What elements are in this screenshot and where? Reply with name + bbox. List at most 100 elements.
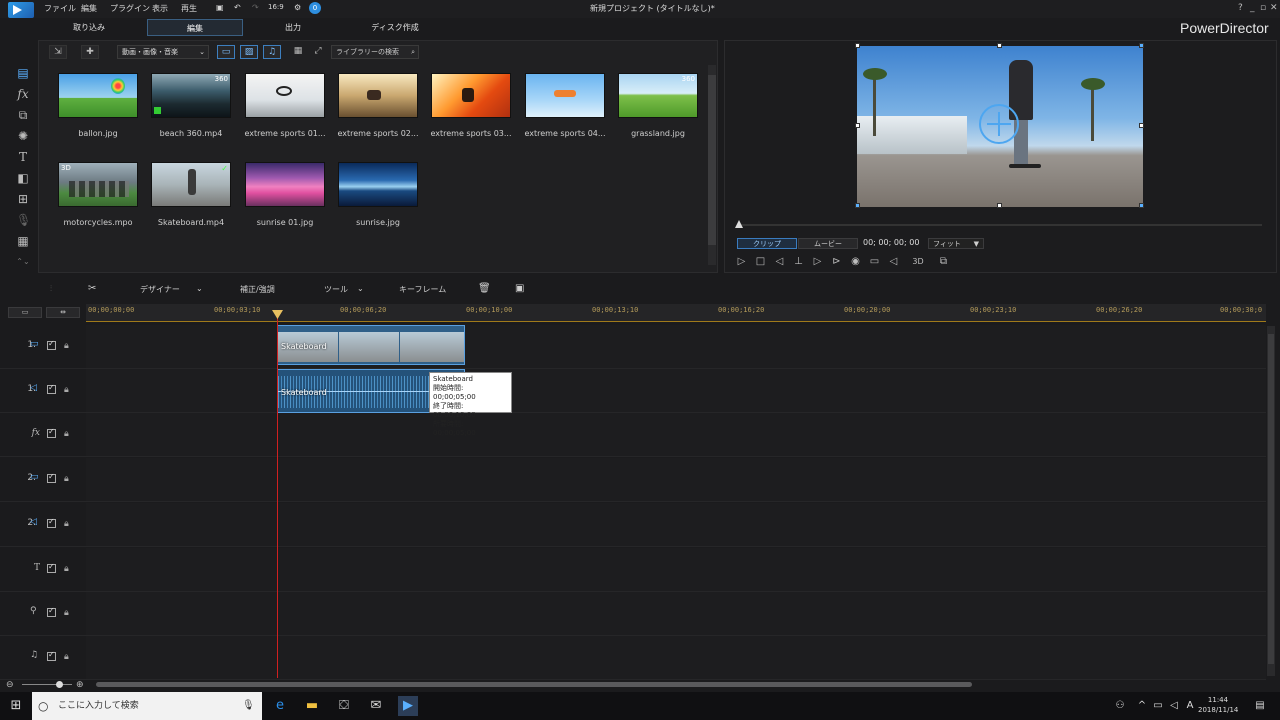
zoom-in-icon[interactable]: ⊕ bbox=[76, 680, 84, 690]
minimize-icon[interactable]: _ bbox=[1250, 3, 1255, 13]
timeline-scroll-thumb[interactable] bbox=[1268, 334, 1274, 664]
thumb-sunrise[interactable] bbox=[338, 162, 418, 207]
tab-movie-mode[interactable]: ムービー bbox=[798, 238, 858, 249]
lock-icon[interactable]: 🔒︎ bbox=[64, 341, 69, 351]
track-head-audio-2[interactable]: 2. ◁ 🔒︎ bbox=[0, 503, 86, 547]
transition-room-icon[interactable]: ◧ bbox=[16, 171, 30, 185]
zoom-fit-dropdown[interactable]: フィット ▼ bbox=[928, 238, 984, 249]
resize-handle[interactable] bbox=[997, 43, 1002, 48]
thumb-extreme-sports-04[interactable] bbox=[525, 73, 605, 118]
library-scrollbar[interactable] bbox=[708, 65, 716, 265]
thumb-ballon[interactable] bbox=[58, 73, 138, 118]
thumb-extreme-sports-03[interactable] bbox=[431, 73, 511, 118]
3d-mode-button[interactable]: 3D bbox=[905, 256, 931, 268]
menu-plugin[interactable]: プラグイン bbox=[110, 3, 150, 14]
zoom-slider-knob[interactable] bbox=[56, 681, 63, 688]
menu-file[interactable]: ファイル bbox=[44, 3, 76, 14]
resize-handle[interactable] bbox=[855, 123, 860, 128]
powerdirector-taskbar-icon[interactable]: ▶ bbox=[398, 696, 418, 716]
fullscreen-icon[interactable]: ⤢ bbox=[309, 45, 327, 59]
snapshot-camera-icon[interactable]: ◉ bbox=[849, 256, 862, 268]
track-row[interactable] bbox=[86, 503, 1266, 547]
library-search-input[interactable]: ライブラリーの検索 ⌕ bbox=[331, 45, 419, 59]
video-clip-skateboard[interactable]: Skateboard bbox=[277, 325, 465, 365]
grid-view-icon[interactable]: ▦ bbox=[289, 45, 307, 59]
lock-icon[interactable]: 🔒︎ bbox=[64, 429, 69, 439]
thumb-grassland[interactable]: 360 bbox=[618, 73, 698, 118]
plugin-puzzle-icon[interactable]: ✚ bbox=[81, 45, 99, 59]
undo-icon[interactable]: ↶ bbox=[234, 3, 241, 12]
notification-badge[interactable]: 0 bbox=[309, 2, 321, 14]
track-row[interactable] bbox=[86, 592, 1266, 636]
track-enable-checkbox[interactable] bbox=[47, 517, 56, 528]
track-enable-checkbox[interactable] bbox=[47, 472, 56, 483]
designer-button[interactable]: デザイナー bbox=[140, 284, 180, 295]
fix-enhance-button[interactable]: 補正/強調 bbox=[240, 284, 275, 295]
menu-view[interactable]: 表示 bbox=[152, 3, 168, 14]
playhead-line[interactable] bbox=[277, 312, 278, 678]
resize-handle[interactable] bbox=[855, 203, 860, 208]
preview-seek-bar[interactable] bbox=[737, 224, 1262, 226]
redo-icon[interactable]: ↷ bbox=[252, 3, 259, 12]
media-filter-dropdown[interactable]: 動画・画像・音楽 ⌄ bbox=[117, 45, 209, 59]
thumb-sunrise-01[interactable] bbox=[245, 162, 325, 207]
timeline-vertical-scrollbar[interactable] bbox=[1267, 326, 1275, 676]
aspect-ratio-dropdown[interactable]: 16:9 bbox=[268, 3, 284, 11]
track-row[interactable] bbox=[86, 325, 1266, 369]
zoom-slider[interactable] bbox=[22, 684, 72, 685]
timeline-horizontal-scrollbar[interactable] bbox=[96, 682, 972, 687]
resize-handle[interactable] bbox=[1139, 123, 1144, 128]
lock-icon[interactable]: 🔒︎ bbox=[64, 474, 69, 484]
track-head-video-1[interactable]: 1. ▭ 🔒︎ bbox=[0, 325, 86, 369]
preview-canvas[interactable] bbox=[857, 46, 1143, 207]
track-enable-checkbox[interactable] bbox=[47, 650, 56, 661]
media-room-icon[interactable]: ▤ bbox=[16, 66, 30, 80]
track-row[interactable] bbox=[86, 548, 1266, 592]
split-track-icon[interactable]: ⫶ bbox=[50, 284, 52, 294]
taskbar-clock[interactable]: 11:44 2018/11/14 bbox=[1198, 695, 1238, 715]
track-head-video-2[interactable]: 2. ▭ 🔒︎ bbox=[0, 458, 86, 502]
track-head-voice[interactable]: ⚲ 🔒︎ bbox=[0, 592, 86, 636]
rail-scroll-icon[interactable]: ⌃⌄ bbox=[16, 255, 30, 269]
subtitle-room-icon[interactable]: ▦ bbox=[16, 234, 30, 248]
title-room-icon[interactable]: T bbox=[16, 150, 30, 164]
track-row[interactable] bbox=[86, 636, 1266, 680]
people-icon[interactable]: ⚇ bbox=[1110, 696, 1130, 716]
image-filter-icon[interactable]: ▨ bbox=[240, 45, 258, 59]
input-method-icon[interactable]: A bbox=[1180, 696, 1200, 716]
track-enable-checkbox[interactable] bbox=[47, 562, 56, 573]
track-enable-checkbox[interactable] bbox=[47, 427, 56, 438]
restore-icon[interactable]: ▫ bbox=[1260, 3, 1266, 13]
zoom-out-icon[interactable]: ⊖ bbox=[6, 680, 14, 690]
play-icon[interactable]: ▷ bbox=[735, 256, 748, 268]
save-icon[interactable]: ▣ bbox=[216, 3, 224, 12]
tools-button[interactable]: ツール bbox=[324, 284, 348, 295]
keyframe-button[interactable]: キーフレーム bbox=[399, 284, 446, 295]
thumb-extreme-sports-02[interactable] bbox=[338, 73, 418, 118]
lock-icon[interactable]: 🔒︎ bbox=[64, 608, 69, 618]
tab-produce[interactable]: 出力 bbox=[258, 19, 328, 36]
resize-handle[interactable] bbox=[997, 203, 1002, 208]
tab-edit[interactable]: 編集 bbox=[147, 19, 243, 36]
timeline-ruler[interactable]: 00;00;00;00 00;00;03;10 00;00;06;20 00;0… bbox=[86, 304, 1266, 322]
next-frame-icon[interactable]: ▷ bbox=[811, 256, 824, 268]
fx-room-icon[interactable]: fx bbox=[16, 87, 30, 101]
track-head-fx[interactable]: fx 🔒︎ bbox=[0, 413, 86, 457]
library-scroll-thumb[interactable] bbox=[708, 75, 716, 245]
subtitle-icon[interactable]: ▭ bbox=[868, 256, 881, 268]
taskbar-search-input[interactable]: ○ ここに入力して検索 🎙︎ bbox=[32, 692, 262, 720]
track-row[interactable] bbox=[86, 458, 1266, 502]
fast-forward-icon[interactable]: ⊳ bbox=[830, 256, 843, 268]
track-enable-checkbox[interactable] bbox=[47, 383, 56, 394]
store-icon[interactable]: ⛋ bbox=[334, 696, 354, 716]
lock-icon[interactable]: 🔒︎ bbox=[64, 564, 69, 574]
thumb-beach-360[interactable]: 360 bbox=[151, 73, 231, 118]
resize-handle[interactable] bbox=[1139, 203, 1144, 208]
menu-playback[interactable]: 再生 bbox=[181, 3, 197, 14]
split-marker-icon[interactable]: ⊥ bbox=[792, 256, 805, 268]
close-icon[interactable]: ✕ bbox=[1270, 3, 1278, 13]
volume-icon[interactable]: ◁ bbox=[887, 256, 900, 268]
trash-icon[interactable]: 🗑 bbox=[478, 283, 491, 294]
action-center-icon[interactable]: ▤ bbox=[1250, 696, 1270, 716]
particle-room-icon[interactable]: ✺ bbox=[16, 129, 30, 143]
